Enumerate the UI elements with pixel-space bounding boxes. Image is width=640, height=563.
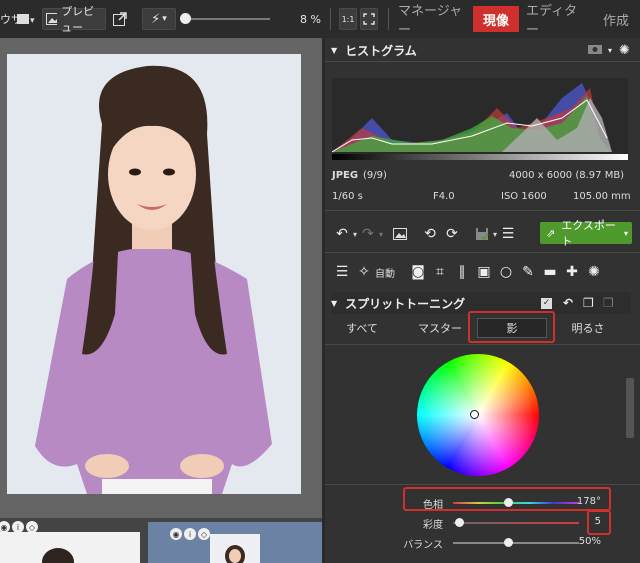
zoom-value: 8 %	[300, 12, 321, 26]
open-external-icon[interactable]	[112, 8, 128, 30]
chevron-down-icon: ▾	[623, 228, 628, 238]
shutter-speed: 1/60 s	[332, 191, 363, 202]
thumb-icons: ◉ i ◇	[170, 528, 210, 540]
add-folder-icon[interactable]: ▾	[16, 8, 36, 30]
mode-manager[interactable]: マネージャー	[398, 4, 470, 38]
svg-text:▾: ▾	[30, 16, 35, 26]
saturation-slider-knob[interactable]	[455, 518, 464, 527]
preview-button[interactable]: プレビュー	[42, 5, 106, 34]
balance-label: バランス	[403, 540, 443, 551]
color-wheel-handle[interactable]	[470, 410, 479, 419]
image-icon[interactable]	[389, 223, 411, 245]
export-icon: ⇗	[546, 226, 556, 240]
mode-create[interactable]: 作成	[596, 6, 636, 32]
thumbnail-image	[210, 534, 260, 563]
balance-slider-knob[interactable]	[504, 538, 513, 547]
sliders-icon[interactable]: ☰	[497, 223, 519, 245]
photo-viewer[interactable]	[0, 38, 322, 518]
zoom-slider-track[interactable]	[184, 18, 270, 20]
copy-icon[interactable]: ❐	[583, 296, 594, 310]
chevron-down-icon[interactable]: ▾	[608, 46, 612, 55]
histogram-graph	[331, 78, 628, 160]
fit-screen-icon	[363, 13, 375, 25]
scrollbar[interactable]	[626, 378, 634, 438]
divider	[325, 344, 640, 345]
collapse-icon[interactable]: ▼	[331, 299, 337, 308]
tag-icon: ◇	[198, 528, 210, 540]
mode-editor[interactable]: エディター	[526, 4, 586, 38]
redo-icon[interactable]: ↷	[357, 223, 379, 245]
perspective-icon[interactable]: ∥	[451, 261, 473, 283]
saturation-label: 彩度	[423, 520, 443, 531]
action-toolbar: ↶ ▾ ↷ ▾ ⟲ ⟳ ▾ ☰	[331, 222, 536, 246]
histogram-gradient	[332, 154, 628, 160]
highlight-box	[587, 510, 611, 535]
highlight-box	[403, 487, 611, 511]
file-format: JPEG	[332, 170, 359, 181]
iso-value: ISO 1600	[501, 191, 547, 202]
collapse-icon[interactable]: ▼	[331, 46, 337, 55]
filmstrip-thumbnail-selected[interactable]: ◉ i ◇	[148, 522, 322, 563]
export-label: エクスポート	[561, 219, 616, 248]
file-count: (9/9)	[363, 170, 387, 181]
tab-highlights[interactable]: 明るさ	[563, 318, 613, 338]
enable-checkbox[interactable]: ✓	[541, 297, 552, 309]
undo-icon[interactable]: ↶	[331, 223, 353, 245]
divider	[325, 61, 640, 62]
divider	[325, 252, 640, 253]
rotate-left-icon[interactable]: ⟲	[419, 223, 441, 245]
develop-tools-row: ☰ ✧ 自動 ◙ ⌗ ∥ ▣ ○ ✎ ▬ ✚ ✺	[331, 260, 633, 284]
magic-wand-icon[interactable]: ✧	[353, 261, 375, 283]
image-icon	[46, 13, 58, 25]
crop-icon[interactable]: ⌗	[429, 261, 451, 283]
divider	[325, 484, 640, 485]
reset-icon[interactable]: ↶	[563, 296, 573, 310]
chevron-down-icon[interactable]: ▾	[379, 230, 383, 239]
divider	[388, 8, 389, 30]
image-dimensions: 4000 x 6000 (8.97 MB)	[509, 170, 625, 181]
develop-panel: ▼ ヒストグラム ▾ ✺ JPEG (9/9) 4000 x 6000 (8.9…	[322, 38, 640, 563]
portrait-photo	[7, 54, 301, 494]
gear-icon[interactable]: ✺	[583, 261, 605, 283]
camera-toggle-icon[interactable]	[587, 43, 603, 58]
tab-all[interactable]: すべて	[339, 318, 385, 338]
info-icon: i	[184, 528, 196, 540]
divider	[325, 210, 640, 211]
divider	[330, 8, 331, 30]
brush-icon[interactable]: ✎	[517, 261, 539, 283]
mode-develop[interactable]: 現像	[473, 6, 519, 32]
gradient-icon[interactable]: ▬	[539, 261, 561, 283]
top-toolbar: ウサ ▾ プレビュー ⚡ ▾ 8 % 1:1 マネージャー 現像 エディター 作…	[0, 0, 640, 38]
camera-icon: ◉	[170, 528, 182, 540]
zoom-slider-knob[interactable]	[180, 13, 191, 24]
paste-icon[interactable]: ❐	[603, 296, 614, 310]
bandage-icon[interactable]: ✚	[561, 261, 583, 283]
camera-icon[interactable]: ◙	[407, 261, 429, 283]
filmstrip-thumbnail[interactable]	[0, 532, 140, 563]
export-button[interactable]: ⇗ エクスポート ▾	[540, 219, 632, 248]
tab-master[interactable]: マスター	[415, 318, 465, 338]
filmstrip: ◉ i ◇ ◉ i ◇	[0, 518, 322, 563]
gear-icon[interactable]: ✺	[619, 43, 630, 58]
chevron-down-icon: ▾	[162, 14, 167, 24]
histogram-header[interactable]: ▼ ヒストグラム ▾ ✺	[331, 39, 631, 61]
circle-icon[interactable]: ○	[495, 261, 517, 283]
fit-screen-button[interactable]	[360, 8, 378, 30]
preview-label: プレビュー	[61, 5, 95, 34]
save-icon[interactable]	[471, 223, 493, 245]
balance-value: 50%	[578, 536, 601, 547]
highlight-box	[468, 311, 555, 343]
rotate-right-icon[interactable]: ⟳	[441, 223, 463, 245]
aperture: F4.0	[433, 191, 455, 202]
split-toning-title: スプリットトーニング	[345, 296, 466, 311]
lightning-icon: ⚡	[151, 11, 161, 27]
text-icon[interactable]: ▣	[473, 261, 495, 283]
focal-length: 105.00 mm	[573, 191, 631, 202]
adjustments-icon[interactable]: ☰	[331, 261, 353, 283]
auto-button[interactable]: 自動	[375, 265, 395, 280]
flash-menu-button[interactable]: ⚡ ▾	[142, 8, 176, 30]
histogram-title: ヒストグラム	[345, 43, 417, 58]
zoom-1to1-button[interactable]: 1:1	[339, 8, 357, 30]
